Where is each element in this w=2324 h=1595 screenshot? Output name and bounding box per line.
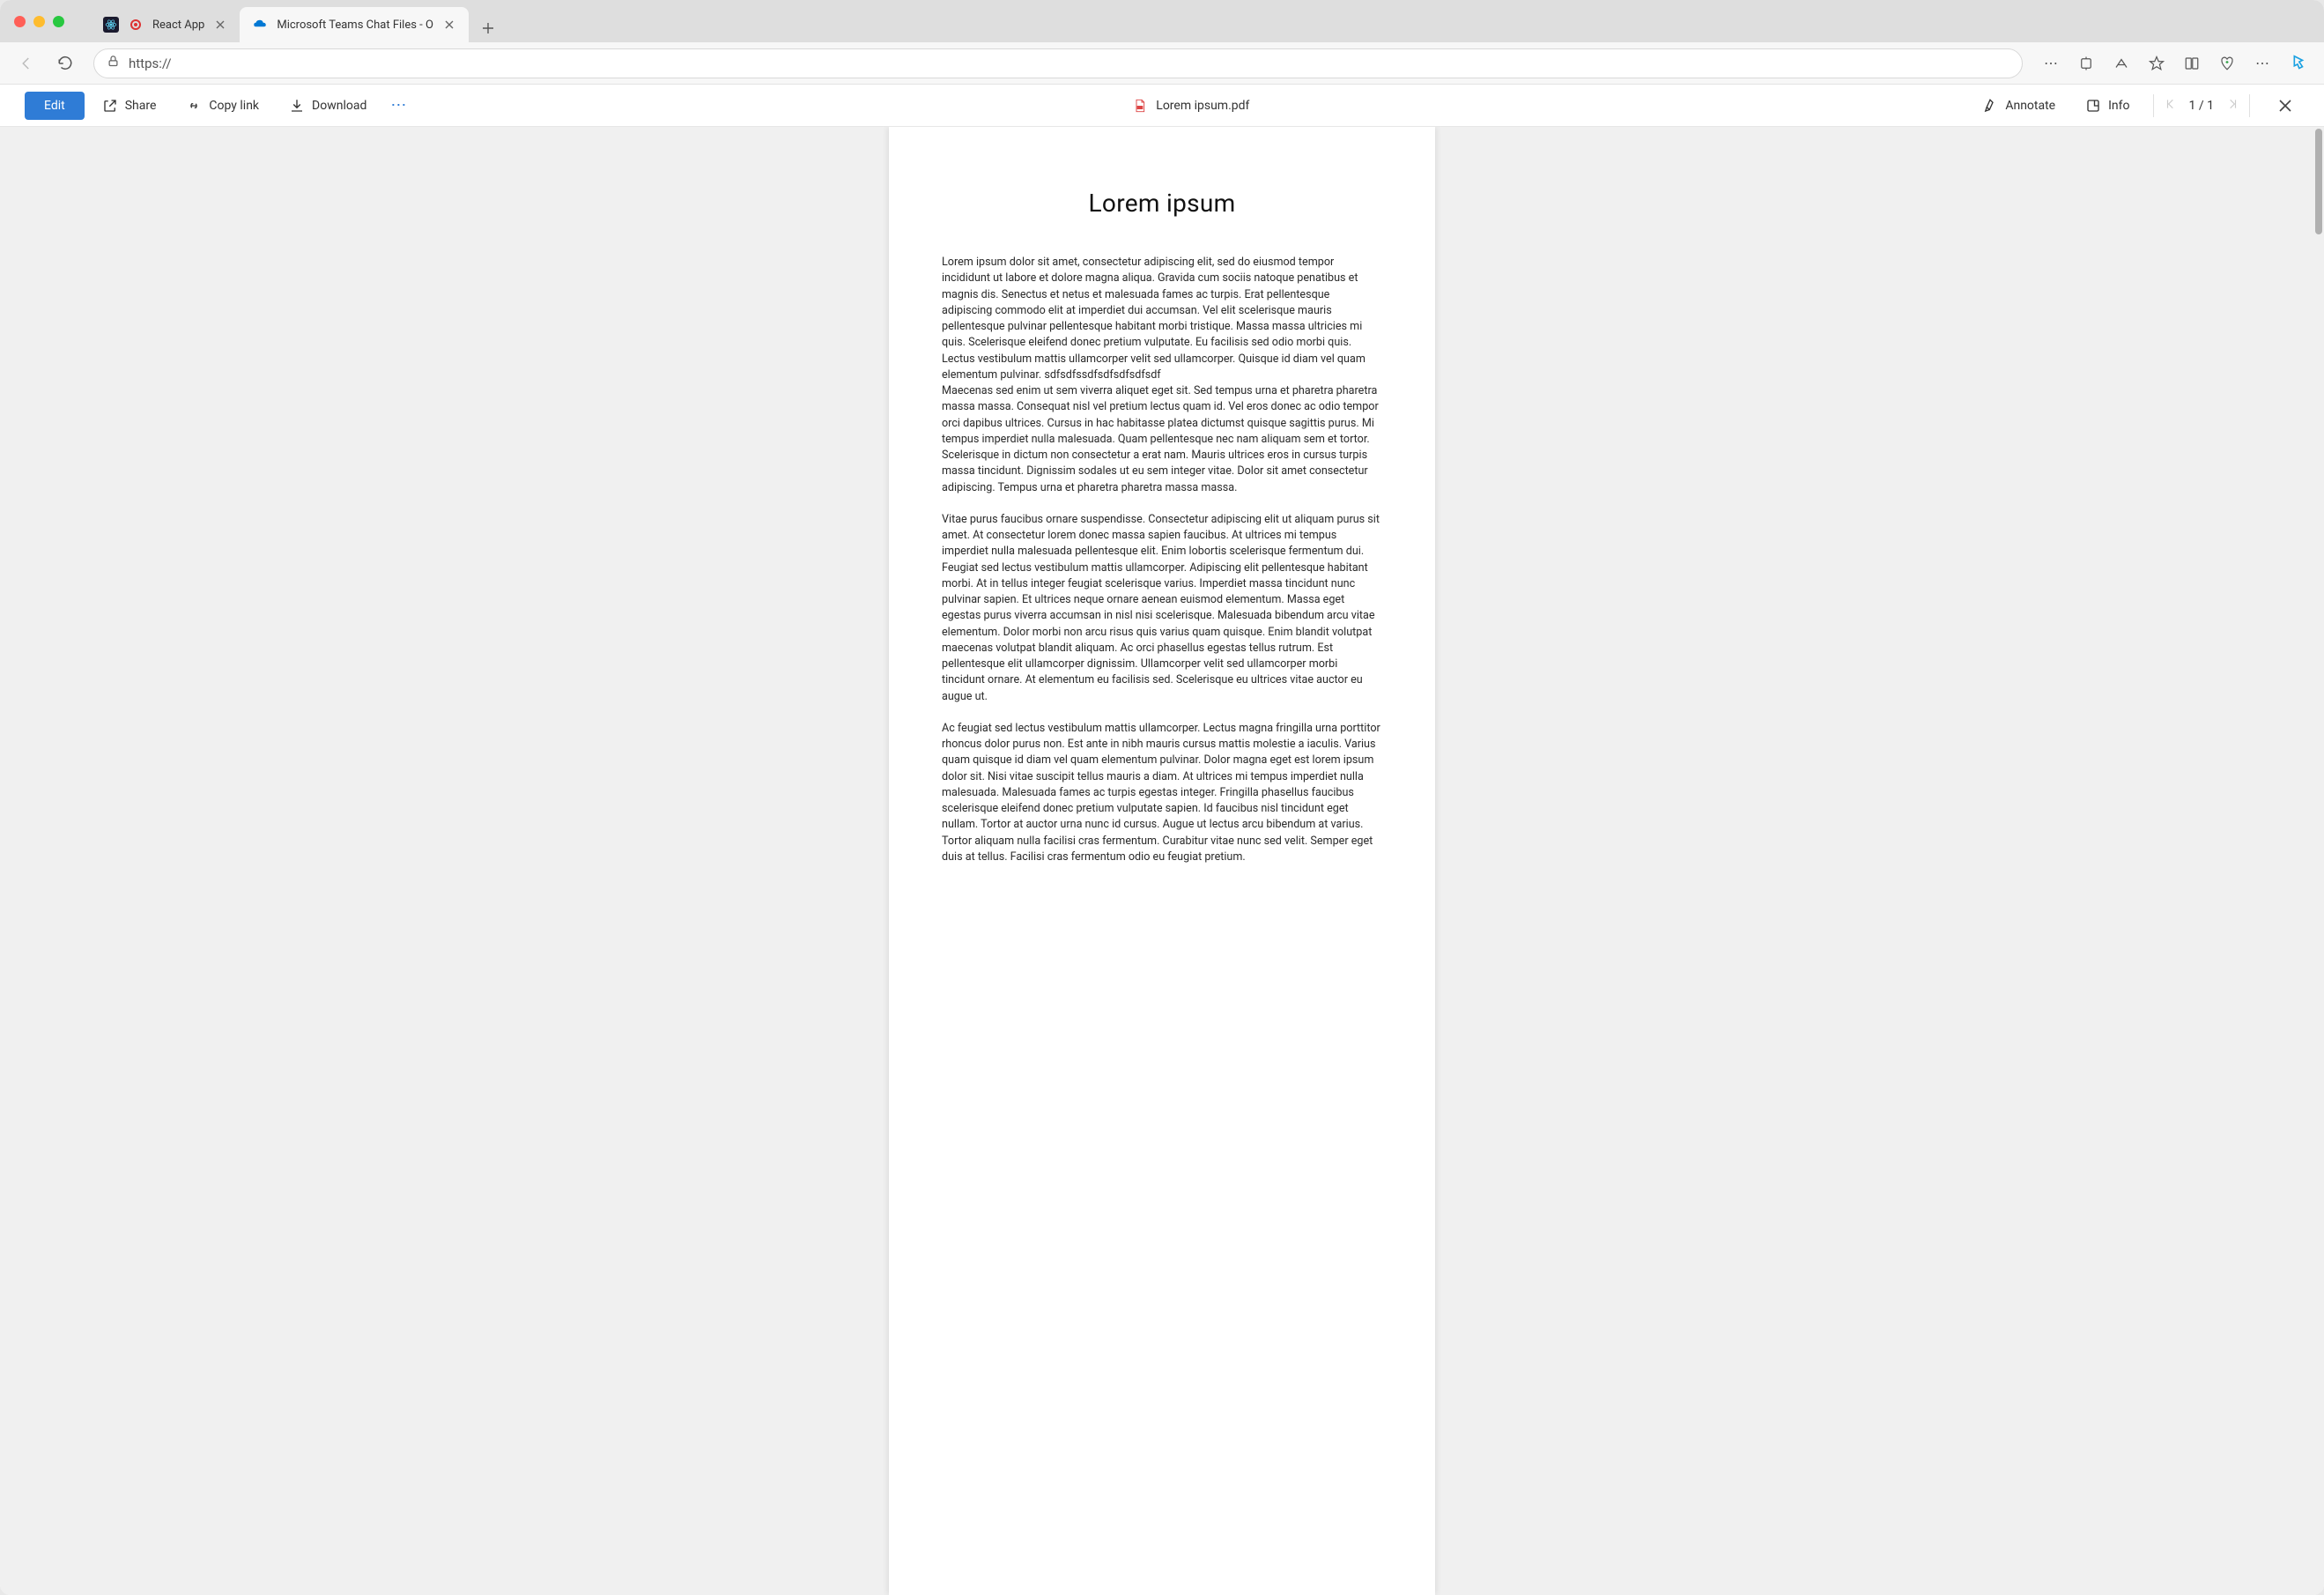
extensions-button[interactable] — [2070, 48, 2102, 79]
toolbar-left: Edit Share Copy link Download ⋯ — [25, 91, 412, 121]
info-icon — [2085, 98, 2101, 114]
pdf-page: Lorem ipsum Lorem ipsum dolor sit amet, … — [889, 127, 1435, 1595]
settings-more-button[interactable]: ⋯ — [2246, 48, 2278, 79]
share-button[interactable]: Share — [90, 91, 169, 121]
toolbar-center: Lorem ipsum.pdf — [419, 99, 1963, 113]
annotate-icon — [1982, 98, 1998, 114]
minimize-window-button[interactable] — [33, 16, 45, 27]
copy-link-label: Copy link — [209, 99, 259, 113]
recording-indicator-icon — [128, 17, 144, 33]
refresh-button[interactable] — [49, 48, 81, 79]
current-page: 1 — [2189, 99, 2196, 113]
info-button[interactable]: Info — [2073, 91, 2142, 121]
page-indicator: 1 / 1 — [2189, 99, 2215, 113]
collections-button[interactable] — [2211, 48, 2243, 79]
close-viewer-button[interactable] — [2271, 92, 2299, 120]
back-button[interactable] — [11, 48, 42, 79]
address-more-button[interactable]: ⋯ — [2035, 48, 2067, 79]
new-tab-button[interactable] — [474, 14, 502, 42]
tab-title: Microsoft Teams Chat Files - O — [277, 19, 433, 32]
titlebar: React App Microsoft Teams Chat Files - O — [0, 0, 2324, 42]
share-icon — [102, 98, 118, 114]
close-tab-button[interactable] — [213, 18, 227, 32]
react-favicon-icon — [103, 17, 119, 33]
file-name: Lorem ipsum.pdf — [1156, 99, 1249, 113]
read-aloud-button[interactable] — [2106, 48, 2137, 79]
tab-strip: React App Microsoft Teams Chat Files - O — [91, 0, 502, 42]
pdf-file-icon — [1133, 99, 1147, 113]
pdf-toolbar: Edit Share Copy link Download ⋯ Lorem ip… — [0, 85, 2324, 127]
document-title: Lorem ipsum — [942, 189, 1382, 218]
edit-button[interactable]: Edit — [25, 92, 85, 120]
share-label: Share — [125, 99, 157, 113]
copy-link-button[interactable]: Copy link — [174, 91, 271, 121]
lock-icon — [107, 55, 120, 71]
separator — [2249, 94, 2250, 117]
address-url: https:// — [129, 56, 2009, 71]
browser-window: React App Microsoft Teams Chat Files - O — [0, 0, 2324, 1595]
edit-label: Edit — [44, 99, 65, 113]
tab-teams-files[interactable]: Microsoft Teams Chat Files - O — [240, 7, 469, 42]
scrollbar-thumb[interactable] — [2315, 129, 2322, 234]
close-tab-button[interactable] — [442, 18, 456, 32]
page-navigator: 1 / 1 — [2165, 98, 2239, 114]
link-icon — [186, 98, 202, 114]
split-screen-button[interactable] — [2176, 48, 2208, 79]
favorite-button[interactable] — [2141, 48, 2172, 79]
toolbar-right: Annotate Info 1 / 1 — [1970, 91, 2299, 121]
document-paragraph: Maecenas sed enim ut sem viverra aliquet… — [942, 383, 1382, 496]
close-window-button[interactable] — [14, 16, 26, 27]
annotate-button[interactable]: Annotate — [1970, 91, 2068, 121]
separator — [2153, 94, 2154, 117]
address-bar-row: https:// ⋯ ⋯ — [0, 42, 2324, 85]
download-icon — [289, 98, 305, 114]
download-button[interactable]: Download — [277, 91, 379, 121]
scrollbar[interactable] — [2313, 127, 2322, 1595]
window-controls — [14, 16, 64, 27]
total-pages: 1 — [2207, 99, 2214, 113]
maximize-window-button[interactable] — [53, 16, 64, 27]
address-field[interactable]: https:// — [93, 48, 2023, 78]
tab-react-app[interactable]: React App — [91, 7, 240, 42]
page-sep: / — [2199, 99, 2204, 113]
pdf-viewer[interactable]: Lorem ipsum Lorem ipsum dolor sit amet, … — [0, 127, 2324, 1595]
annotate-label: Annotate — [2005, 99, 2055, 113]
tab-title: React App — [152, 19, 204, 32]
info-label: Info — [2108, 99, 2129, 113]
more-actions-button[interactable]: ⋯ — [384, 92, 412, 120]
document-paragraph: Vitae purus faucibus ornare suspendisse.… — [942, 512, 1382, 705]
document-paragraph: Lorem ipsum dolor sit amet, consectetur … — [942, 255, 1382, 383]
onedrive-favicon-icon — [252, 17, 268, 33]
document-paragraph: Ac feugiat sed lectus vestibulum mattis … — [942, 721, 1382, 865]
address-actions: ⋯ ⋯ — [2035, 48, 2313, 79]
next-page-button[interactable] — [2226, 98, 2239, 114]
download-label: Download — [312, 99, 366, 113]
prev-page-button[interactable] — [2165, 98, 2177, 114]
bing-chat-button[interactable] — [2282, 48, 2313, 79]
